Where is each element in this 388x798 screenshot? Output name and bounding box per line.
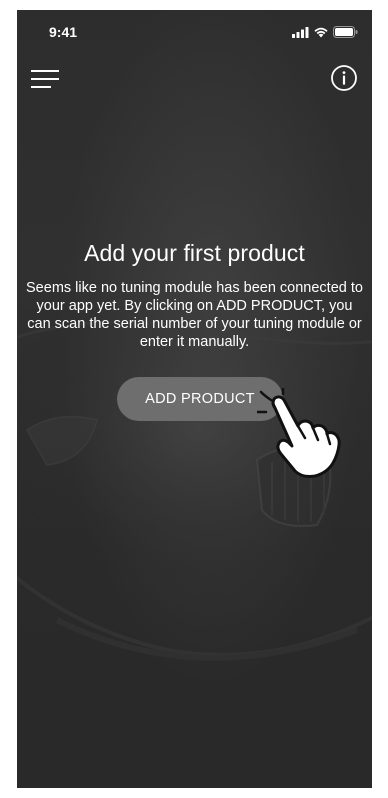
- empty-state-title: Add your first product: [84, 240, 305, 266]
- status-time: 9:41: [49, 24, 78, 40]
- status-icons: [292, 26, 358, 38]
- hamburger-menu-icon[interactable]: [31, 68, 61, 92]
- phone-screen: 9:41 Add your first product Seems like n…: [17, 10, 372, 788]
- empty-state-description: Seems like no tuning module has been con…: [26, 280, 363, 350]
- battery-icon: [333, 26, 358, 38]
- top-navigation: [17, 60, 372, 96]
- tap-hand-icon: [257, 388, 341, 478]
- empty-state: Add your first product Seems like no tun…: [17, 240, 372, 351]
- info-icon[interactable]: [330, 64, 358, 92]
- signal-icon: [292, 26, 309, 38]
- wifi-icon: [314, 27, 328, 38]
- status-bar: 9:41: [17, 10, 372, 54]
